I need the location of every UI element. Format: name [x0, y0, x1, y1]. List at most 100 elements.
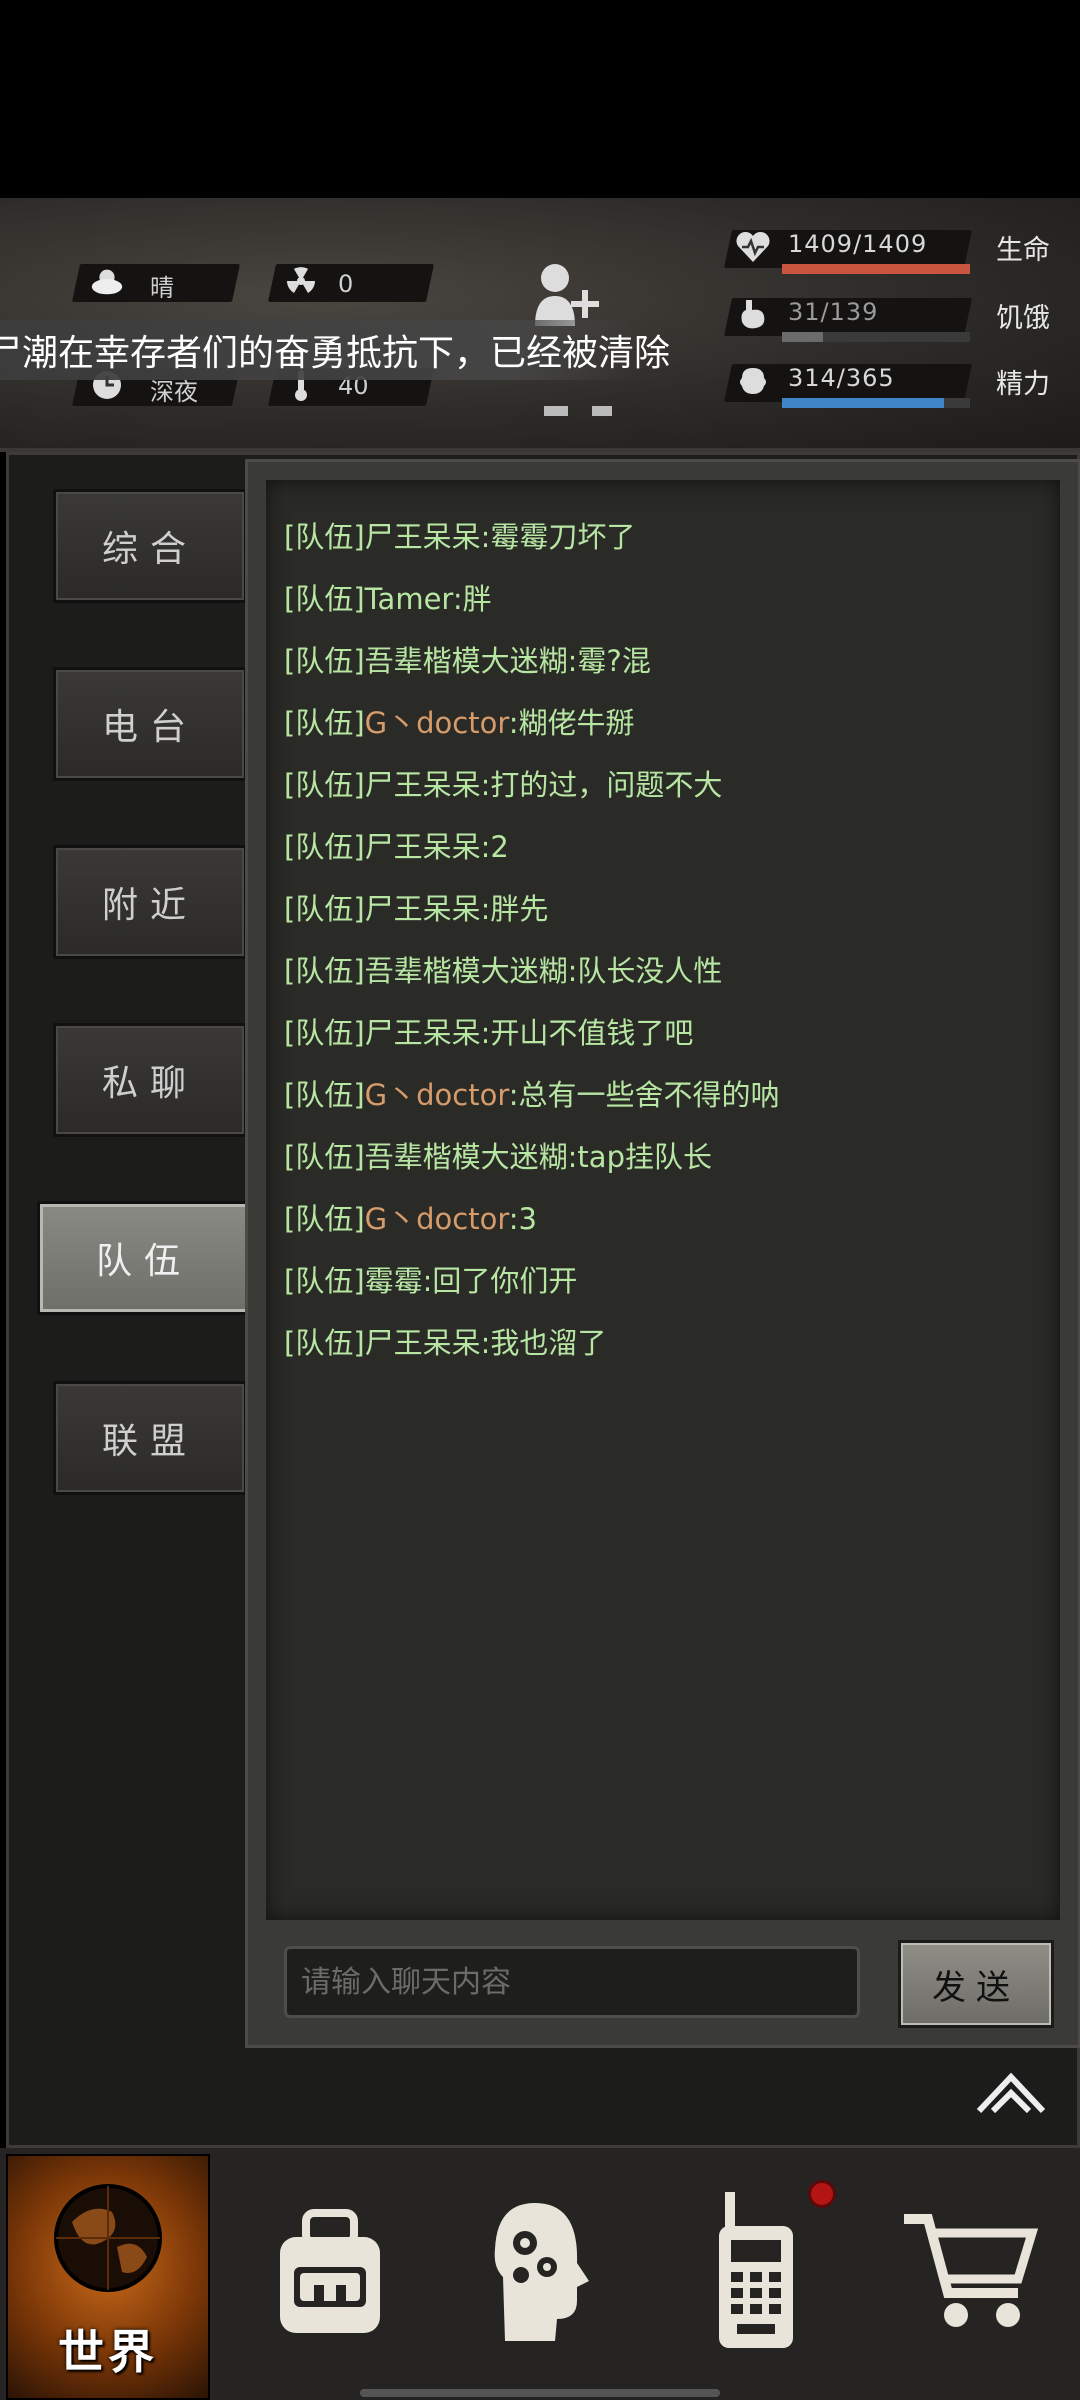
heart-icon: [734, 228, 772, 266]
channel-tag: [队伍]: [284, 1016, 365, 1050]
send-button[interactable]: 发送: [898, 1940, 1054, 2028]
channel-tag: [队伍]: [284, 706, 365, 740]
energy-bar: [782, 398, 970, 408]
channel-tag: [队伍]: [284, 582, 365, 616]
cart-icon: [900, 2207, 1040, 2341]
channel-tag: [队伍]: [284, 1140, 365, 1174]
channel-tag: [队伍]: [284, 892, 365, 926]
message-text: :队长没人性: [567, 954, 723, 988]
message-text: :我也溜了: [480, 1326, 607, 1360]
sender-name[interactable]: 尸王呆呆: [365, 1016, 481, 1050]
channel-tag: [队伍]: [284, 1264, 365, 1298]
radio-icon: [711, 2192, 801, 2356]
tab-team[interactable]: 队伍: [37, 1201, 251, 1315]
chat-message: [队伍]尸王呆呆:2: [284, 824, 509, 866]
message-text: :胖先: [480, 892, 549, 926]
message-text: :总有一些舍不得的呐: [508, 1078, 780, 1112]
channel-tag: [队伍]: [284, 1326, 365, 1360]
tab-alliance[interactable]: 联盟: [53, 1381, 247, 1495]
sender-name[interactable]: 吾辈楷模大迷糊: [365, 644, 568, 678]
nav-inventory-button[interactable]: [230, 2154, 430, 2394]
sender-name[interactable]: G丶doctor: [365, 706, 509, 740]
tab-radio[interactable]: 电台: [53, 667, 247, 781]
chat-message: [队伍]吾辈楷模大迷糊:tap挂队长: [284, 1134, 712, 1176]
stomach-icon: [734, 296, 772, 334]
nav-world-button[interactable]: 世界: [6, 2154, 210, 2400]
hunger-label: 饥饿: [996, 303, 1050, 334]
ticker-text: 尸潮在幸存者们的奋勇抵抗下，已经被清除: [0, 333, 671, 374]
radiation-value: 0: [338, 270, 354, 298]
channel-tag: [队伍]: [284, 1078, 365, 1112]
chat-message: [队伍]尸王呆呆:霉霉刀坏了: [284, 514, 635, 556]
chat-message: [队伍]吾辈楷模大迷糊:队长没人性: [284, 948, 722, 990]
sender-name[interactable]: Tamer: [365, 582, 453, 616]
head-gears-icon: [485, 2197, 595, 2351]
chat-message: [队伍]尸王呆呆:打的过，问题不大: [284, 762, 722, 804]
energy-label: 精力: [996, 369, 1050, 400]
chat-message: [队伍]霉霉:回了你们开: [284, 1258, 577, 1300]
message-text: :霉霉刀坏了: [480, 520, 636, 554]
message-text: :糊佬牛掰: [508, 706, 635, 740]
health-bar: [782, 264, 970, 274]
globe-icon: [52, 2182, 164, 2298]
message-text: :开山不值钱了吧: [480, 1016, 694, 1050]
brain-icon: [734, 362, 772, 400]
radiation-icon: [282, 262, 320, 300]
channel-tag: [队伍]: [284, 520, 365, 554]
sender-name[interactable]: 吾辈楷模大迷糊: [365, 1140, 568, 1174]
sender-name[interactable]: 尸王呆呆: [365, 892, 481, 926]
chat-message: [队伍]尸王呆呆:开山不值钱了吧: [284, 1010, 693, 1052]
channel-tag: [队伍]: [284, 830, 365, 864]
message-text: :霉?混: [567, 644, 651, 678]
sender-name[interactable]: 吾辈楷模大迷糊: [365, 954, 568, 988]
sender-name[interactable]: G丶doctor: [365, 1078, 509, 1112]
chat-panel: [队伍]尸王呆呆:霉霉刀坏了 [队伍]Tamer:胖 [队伍]吾辈楷模大迷糊:霉?混…: [245, 459, 1080, 2048]
sender-name[interactable]: G丶doctor: [365, 1202, 509, 1236]
message-text: :回了你们开: [422, 1264, 578, 1298]
nav-world-label: 世界: [58, 2325, 158, 2379]
nav-skills-button[interactable]: [440, 2154, 640, 2394]
chat-input[interactable]: [284, 1946, 860, 2018]
chat-message: [队伍]G丶doctor:总有一些舍不得的呐: [284, 1072, 780, 1114]
weather-icon: [88, 262, 126, 300]
collapse-icon[interactable]: [971, 2067, 1051, 2117]
sender-name[interactable]: 尸王呆呆: [365, 768, 481, 802]
energy-value: 314/365: [788, 364, 895, 392]
chat-message: [队伍]G丶doctor:3: [284, 1196, 537, 1238]
chat-message: [队伍]Tamer:胖: [284, 576, 492, 618]
message-text: :胖: [452, 582, 492, 616]
message-text: :2: [480, 830, 509, 864]
message-text: :打的过，问题不大: [480, 768, 723, 802]
tab-general[interactable]: 综合: [53, 489, 247, 603]
status-header: 晴 0 深夜 40 1409/1409 生命 31/139 饥饿 314/365…: [0, 198, 1080, 452]
weather-text: 晴: [150, 274, 174, 302]
chat-message: [队伍]尸王呆呆:我也溜了: [284, 1320, 606, 1362]
channel-tag: [队伍]: [284, 644, 365, 678]
message-text: :tap挂队长: [567, 1140, 712, 1174]
home-indicator[interactable]: [360, 2389, 720, 2397]
backpack-icon: [270, 2207, 390, 2341]
chat-message: [队伍]吾辈楷模大迷糊:霉?混: [284, 638, 651, 680]
tab-private[interactable]: 私聊: [53, 1023, 247, 1137]
channel-tag: [队伍]: [284, 1202, 365, 1236]
health-value: 1409/1409: [788, 230, 928, 258]
health-label: 生命: [996, 235, 1050, 266]
message-text: :3: [508, 1202, 537, 1236]
tab-nearby[interactable]: 附近: [53, 845, 247, 959]
broadcast-ticker: 尸潮在幸存者们的奋勇抵抗下，已经被清除: [0, 320, 670, 380]
sender-name[interactable]: 尸王呆呆: [365, 1326, 481, 1360]
bottom-nav: 世界: [0, 2148, 1080, 2400]
hunger-value: 31/139: [788, 298, 879, 326]
chat-window: 综合 电台 附近 私聊 队伍 联盟 [队伍]尸王呆呆:霉霉刀坏了 [队伍]Tame…: [6, 452, 1080, 2148]
notification-badge: [808, 2180, 836, 2208]
sender-name[interactable]: 霉霉: [365, 1264, 423, 1298]
chat-log[interactable]: [队伍]尸王呆呆:霉霉刀坏了 [队伍]Tamer:胖 [队伍]吾辈楷模大迷糊:霉?混…: [266, 480, 1060, 1920]
nav-shop-button[interactable]: [870, 2154, 1070, 2394]
sender-name[interactable]: 尸王呆呆: [365, 520, 481, 554]
chat-message: [队伍]G丶doctor:糊佬牛掰: [284, 700, 635, 742]
channel-tag: [队伍]: [284, 768, 365, 802]
sender-name[interactable]: 尸王呆呆: [365, 830, 481, 864]
chat-message: [队伍]尸王呆呆:胖先: [284, 886, 548, 928]
hunger-bar: [782, 332, 970, 342]
channel-tag: [队伍]: [284, 954, 365, 988]
